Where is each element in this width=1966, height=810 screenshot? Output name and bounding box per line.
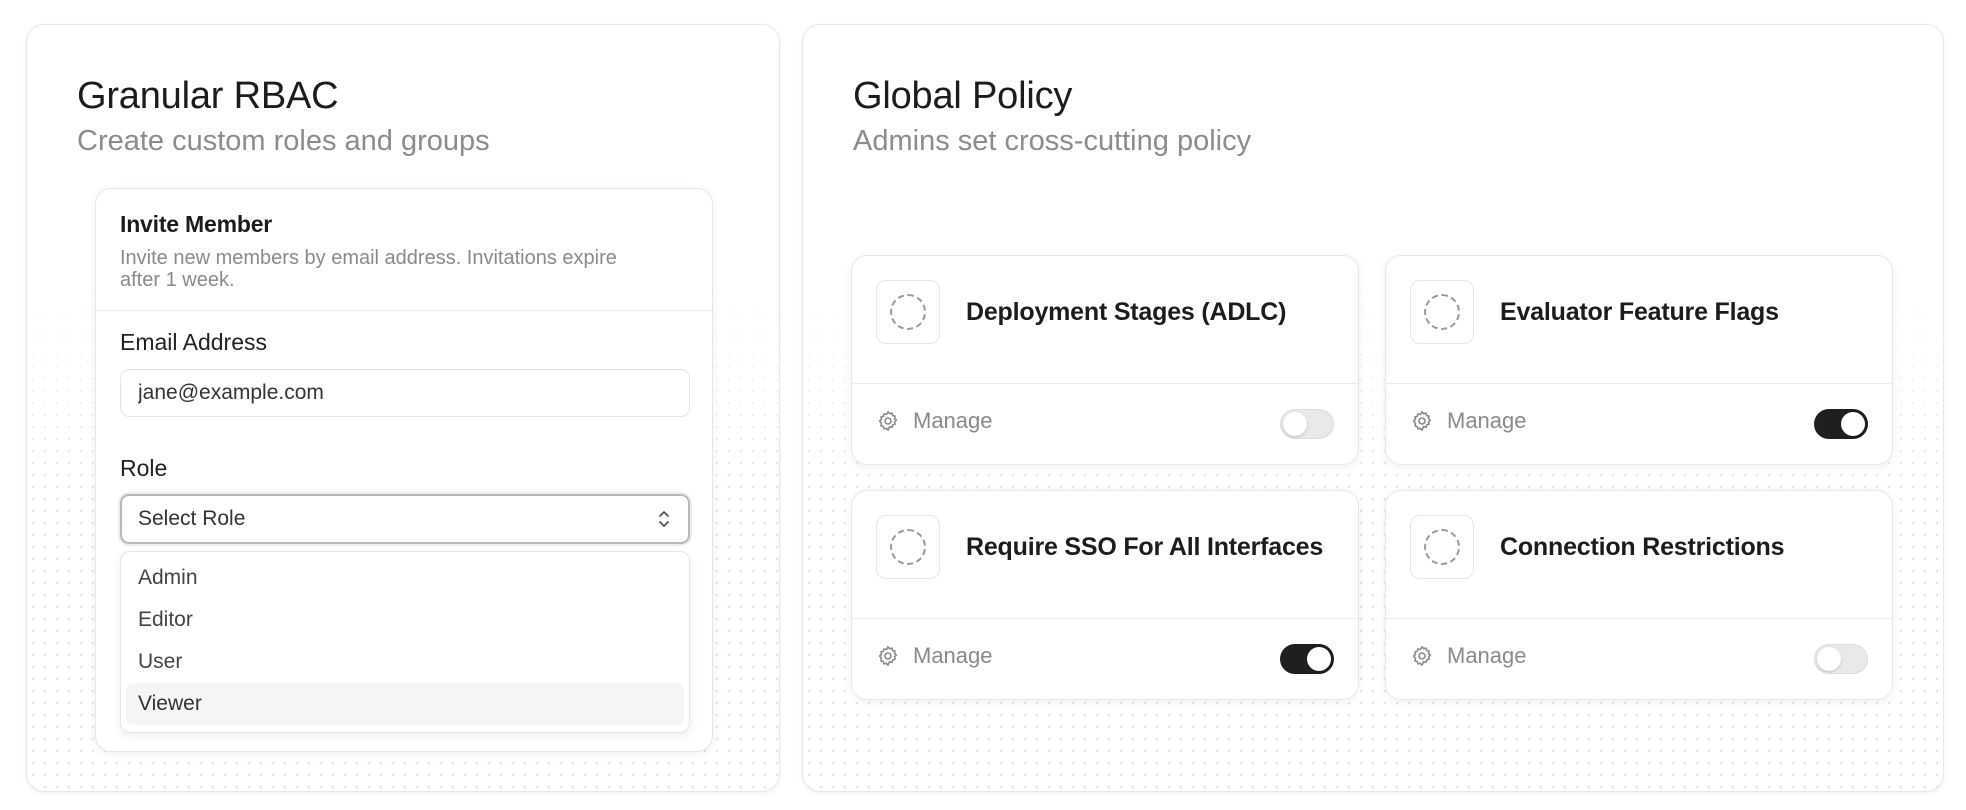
role-select-value: Select Role (138, 507, 246, 530)
policy-card-header: Connection Restrictions (1386, 491, 1892, 619)
toggle-knob (1307, 647, 1331, 671)
gear-icon (1412, 411, 1432, 431)
email-label: Email Address (120, 329, 268, 355)
policy-panel: Global Policy Admins set cross-cutting p… (802, 24, 1944, 792)
policy-card-title: Require SSO For All Interfaces (966, 533, 1324, 561)
role-option-editor[interactable]: Editor (126, 599, 684, 641)
policy-card-connection-restrictions: Connection Restrictions Manage (1385, 490, 1893, 700)
toggle-switch[interactable] (1814, 644, 1868, 674)
manage-button[interactable]: Manage (876, 643, 993, 669)
toggle-knob (1841, 412, 1865, 436)
invite-card-header: Invite Member Invite new members by emai… (96, 189, 712, 311)
policy-subtitle: Admins set cross-cutting policy (853, 125, 1252, 157)
rbac-panel: Granular RBAC Create custom roles and gr… (26, 24, 780, 792)
policy-card-title: Evaluator Feature Flags (1500, 298, 1779, 326)
policy-card-header: Evaluator Feature Flags (1386, 256, 1892, 384)
policy-card-footer: Manage (1386, 384, 1892, 465)
policy-icon-box (876, 515, 940, 579)
toggle-switch[interactable] (1814, 409, 1868, 439)
role-select[interactable]: Select Role (120, 494, 690, 544)
toggle-knob (1817, 647, 1841, 671)
rbac-title: Granular RBAC (77, 75, 339, 117)
gear-icon (1412, 646, 1432, 666)
policy-icon-box (1410, 515, 1474, 579)
policy-card-header: Deployment Stages (ADLC) (852, 256, 1358, 384)
invite-member-card: Invite Member Invite new members by emai… (95, 188, 713, 752)
policy-card-footer: Manage (852, 384, 1358, 465)
policy-card-title: Deployment Stages (ADLC) (966, 298, 1287, 326)
manage-button[interactable]: Manage (876, 408, 993, 434)
manage-button[interactable]: Manage (1410, 408, 1527, 434)
policy-icon-box (876, 280, 940, 344)
email-field[interactable] (120, 369, 690, 417)
manage-button[interactable]: Manage (1410, 643, 1527, 669)
policy-card-require-sso: Require SSO For All Interfaces Manage (851, 490, 1359, 700)
toggle-knob (1283, 412, 1307, 436)
invite-title: Invite Member (120, 211, 273, 237)
dashed-circle-icon (1424, 294, 1460, 330)
role-label: Role (120, 455, 168, 481)
role-option-viewer[interactable]: Viewer (126, 683, 684, 725)
role-dropdown: Admin Editor User Viewer (120, 551, 690, 733)
policy-card-title: Connection Restrictions (1500, 533, 1785, 561)
policy-card-header: Require SSO For All Interfaces (852, 491, 1358, 619)
rbac-subtitle: Create custom roles and groups (77, 125, 490, 157)
policy-title: Global Policy (853, 75, 1073, 117)
gear-icon (878, 411, 898, 431)
manage-label: Manage (913, 643, 993, 668)
gear-icon (878, 646, 898, 666)
manage-label: Manage (913, 408, 993, 433)
manage-label: Manage (1447, 408, 1527, 433)
toggle-switch[interactable] (1280, 409, 1334, 439)
dashed-circle-icon (890, 294, 926, 330)
policy-card-evaluator-flags: Evaluator Feature Flags Manage (1385, 255, 1893, 465)
policy-card-footer: Manage (852, 619, 1358, 700)
policy-icon-box (1410, 280, 1474, 344)
toggle-switch[interactable] (1280, 644, 1334, 674)
chevron-up-down-icon (659, 511, 669, 527)
policy-card-footer: Manage (1386, 619, 1892, 700)
dashed-circle-icon (890, 529, 926, 565)
manage-label: Manage (1447, 643, 1527, 668)
invite-description: Invite new members by email address. Inv… (120, 247, 617, 291)
role-option-user[interactable]: User (126, 641, 684, 683)
policy-card-deployment-stages: Deployment Stages (ADLC) Manage (851, 255, 1359, 465)
role-option-admin[interactable]: Admin (126, 557, 684, 599)
dashed-circle-icon (1424, 529, 1460, 565)
